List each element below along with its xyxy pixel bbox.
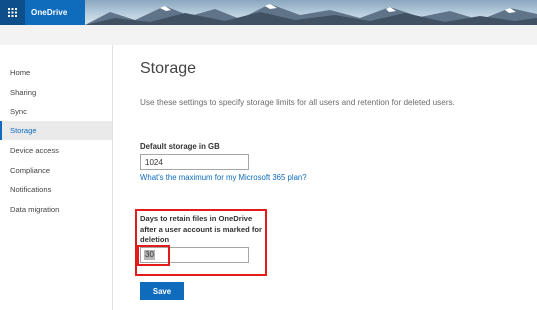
page-title: Storage xyxy=(140,60,197,77)
left-nav: Home Sharing Sync Storage Device access … xyxy=(0,45,113,310)
nav-item-home[interactable]: Home xyxy=(0,63,112,82)
nav-item-compliance[interactable]: Compliance xyxy=(0,161,112,180)
app-name: OneDrive xyxy=(31,8,68,17)
waffle-grid-icon xyxy=(8,8,17,17)
header-spacer xyxy=(0,25,537,45)
default-storage-label: Default storage in GB xyxy=(140,142,220,151)
save-button[interactable]: Save xyxy=(140,282,184,300)
storage-plan-link[interactable]: What's the maximum for my Microsoft 365 … xyxy=(140,173,307,182)
page-description: Use these settings to specify storage li… xyxy=(140,98,455,107)
nav-item-sync[interactable]: Sync xyxy=(0,102,112,121)
nav-item-notifications[interactable]: Notifications xyxy=(0,180,112,199)
app-brand[interactable]: OneDrive xyxy=(25,0,85,25)
retention-label: Days to retain files in OneDrive after a… xyxy=(140,214,262,244)
waffle-button[interactable] xyxy=(0,0,25,25)
retention-value-highlight-box xyxy=(137,245,170,266)
nav-item-data-migration[interactable]: Data migration xyxy=(0,200,112,219)
default-storage-input[interactable] xyxy=(140,154,249,170)
nav-item-storage[interactable]: Storage xyxy=(0,121,112,140)
top-bar: OneDrive xyxy=(0,0,537,25)
nav-item-device-access[interactable]: Device access xyxy=(0,141,112,160)
nav-item-sharing[interactable]: Sharing xyxy=(0,83,112,102)
